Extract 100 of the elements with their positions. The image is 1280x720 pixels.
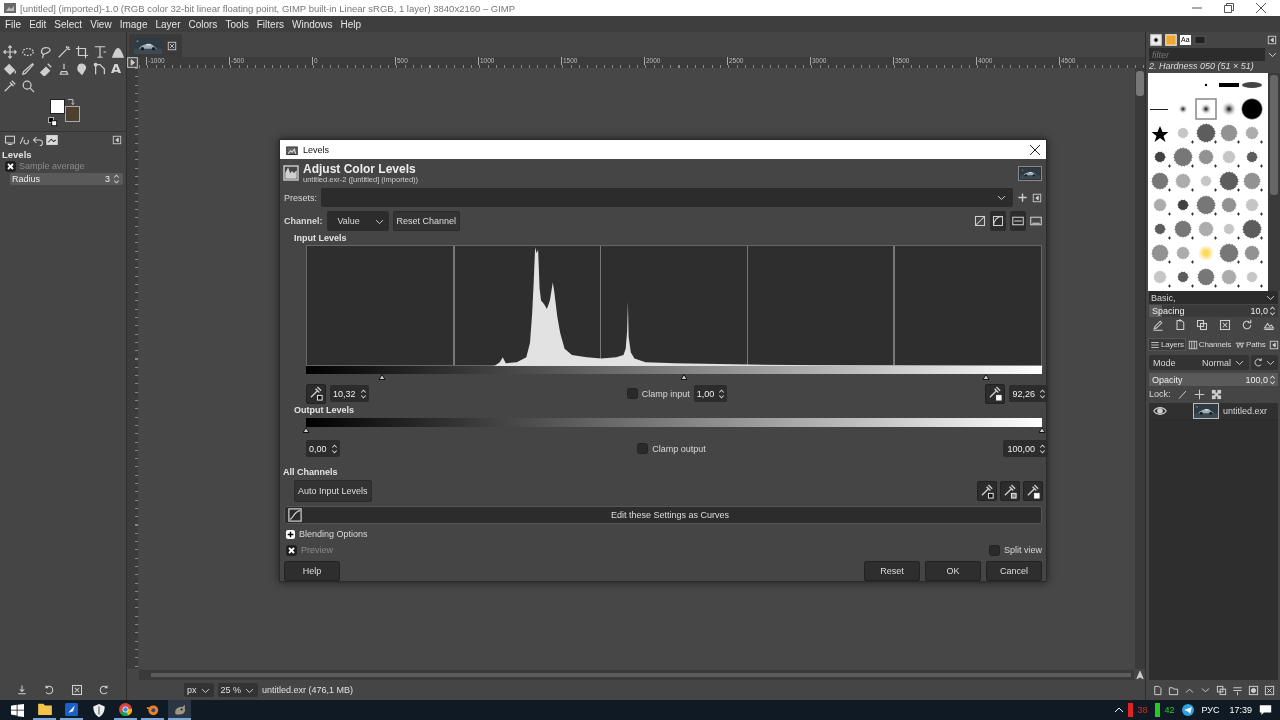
brush-grid-drawing[interactable] <box>1148 73 1268 291</box>
number-field[interactable]: 10,32 <box>330 385 369 403</box>
stamp-icon[interactable] <box>57 62 71 76</box>
histogram-toggle-icon[interactable] <box>1030 215 1042 228</box>
reset-icon[interactable] <box>98 684 111 696</box>
layer-row[interactable]: untitled.exr <box>1149 403 1278 420</box>
spin-arrows-icon[interactable] <box>1038 441 1047 456</box>
spin-arrows-icon[interactable] <box>358 386 368 401</box>
shield-icon[interactable] <box>92 703 105 717</box>
spin-arrows-icon[interactable] <box>1038 386 1047 401</box>
spin-arrows-icon[interactable] <box>717 386 727 401</box>
expander[interactable] <box>286 529 295 539</box>
duplicate-icon[interactable] <box>1216 684 1227 696</box>
histogram-toggle-icon[interactable] <box>1012 215 1024 228</box>
crop-icon[interactable] <box>75 45 89 59</box>
restore-icon[interactable] <box>43 684 56 696</box>
paper-plane-icon[interactable] <box>1182 704 1195 716</box>
menu-item[interactable]: File <box>1 18 26 30</box>
checkbox[interactable] <box>989 544 1000 556</box>
spin-arrows-icon[interactable] <box>112 172 121 186</box>
mode-dropdown[interactable]: Mode Normal <box>1149 355 1249 370</box>
warp-icon[interactable] <box>111 45 125 59</box>
swap-icon[interactable] <box>66 97 76 107</box>
transform-icon[interactable] <box>93 45 107 59</box>
delete-icon[interactable] <box>70 684 83 696</box>
ellipse-select-icon[interactable] <box>21 45 35 59</box>
image-tab[interactable] <box>129 34 182 57</box>
filter-field[interactable]: filter <box>1149 48 1265 61</box>
smudge-icon[interactable] <box>75 62 89 76</box>
text-tool-icon[interactable]: A <box>111 62 122 76</box>
delete-icon[interactable] <box>1218 319 1231 331</box>
path-icon[interactable] <box>93 62 107 76</box>
new-icon[interactable] <box>1174 319 1187 331</box>
bucket-icon[interactable] <box>3 62 17 76</box>
spin-arrows-icon[interactable] <box>1268 304 1277 318</box>
tab-menu-icon[interactable] <box>112 134 122 145</box>
restore-icon[interactable] <box>1224 3 1234 13</box>
spin-arrows-icon[interactable] <box>329 441 339 456</box>
browser-icon[interactable] <box>119 702 132 716</box>
menu-item[interactable]: View <box>86 18 116 30</box>
channel-dropdown[interactable]: Value <box>326 211 389 232</box>
auto-input-levels-button[interactable]: Auto Input Levels <box>294 480 372 503</box>
lock-alpha-icon[interactable] <box>1210 388 1222 400</box>
spin-arrows-icon[interactable] <box>1268 372 1277 387</box>
add-icon[interactable] <box>1017 192 1028 204</box>
lasso-icon[interactable] <box>39 45 53 59</box>
menu-item[interactable]: Edit <box>25 18 51 30</box>
save-icon[interactable] <box>15 684 28 696</box>
default-colors-icon[interactable] <box>48 117 58 127</box>
checkbox[interactable] <box>626 388 638 400</box>
number-field[interactable]: 1,00 <box>693 385 728 403</box>
menu-item[interactable]: Filters <box>252 18 288 30</box>
menu-item[interactable]: Select <box>50 18 87 30</box>
tool-options-icon[interactable] <box>4 133 16 146</box>
expander-label[interactable]: Blending Options <box>299 529 368 540</box>
background-color-swatch[interactable] <box>65 106 80 122</box>
number-field[interactable]: 92,26 <box>1009 385 1048 403</box>
menu-item[interactable]: Colors <box>184 18 222 30</box>
language-indicator[interactable]: РУС <box>1201 705 1220 715</box>
opacity-field[interactable]: Opacity 100,0 <box>1149 373 1278 386</box>
images-icon[interactable] <box>46 133 58 146</box>
menu-item[interactable]: Help <box>336 18 366 30</box>
refresh-icon[interactable] <box>1240 319 1253 331</box>
start-icon[interactable] <box>11 703 24 717</box>
tab[interactable]: Layers <box>1148 338 1186 351</box>
menu-icon[interactable] <box>1032 192 1042 203</box>
tab-menu-icon[interactable] <box>1267 34 1277 45</box>
radius-field[interactable]: Radius 3 <box>10 173 123 185</box>
slider-handle[interactable] <box>1038 427 1046 434</box>
app-icon[interactable] <box>146 702 159 716</box>
folder-icon[interactable] <box>37 703 52 715</box>
unit-dropdown[interactable]: px <box>184 683 214 697</box>
foreground-color-swatch[interactable] <box>50 99 65 114</box>
ruler-menu-icon[interactable] <box>127 57 138 68</box>
new-group-icon[interactable] <box>1168 684 1179 696</box>
scrollbar[interactable] <box>1268 73 1280 291</box>
pattern-tab-icon[interactable] <box>1165 33 1177 46</box>
scrollbar[interactable] <box>1135 68 1145 669</box>
tag-dropdown[interactable]: Basic, <box>1149 291 1278 304</box>
notification-icon[interactable] <box>1259 704 1272 716</box>
app-icon[interactable] <box>65 702 78 716</box>
brush-tab-icon[interactable] <box>1150 33 1162 46</box>
delete-icon[interactable] <box>1264 684 1275 696</box>
open-image-icon[interactable] <box>1262 319 1275 331</box>
zoom-icon[interactable] <box>21 79 35 93</box>
menu-item[interactable]: Windows <box>287 18 337 30</box>
tab[interactable]: Paths <box>1233 338 1268 351</box>
new-layer-icon[interactable] <box>1152 684 1163 696</box>
checkbox[interactable] <box>637 443 649 455</box>
linear-histogram-icon[interactable] <box>974 215 986 228</box>
move-icon[interactable] <box>3 45 17 59</box>
tab[interactable]: Channels <box>1185 338 1233 351</box>
blend-switch-button[interactable] <box>1251 355 1278 370</box>
eye-icon[interactable] <box>1153 404 1167 418</box>
dialog-button[interactable]: Cancel <box>986 561 1042 582</box>
scrollbar[interactable] <box>139 669 1134 680</box>
mask-icon[interactable] <box>1248 684 1259 696</box>
tab-menu-icon[interactable] <box>1269 339 1279 350</box>
spacing-field[interactable]: Spacing 10,0 <box>1149 305 1278 317</box>
log-histogram-icon[interactable] <box>992 215 1004 228</box>
